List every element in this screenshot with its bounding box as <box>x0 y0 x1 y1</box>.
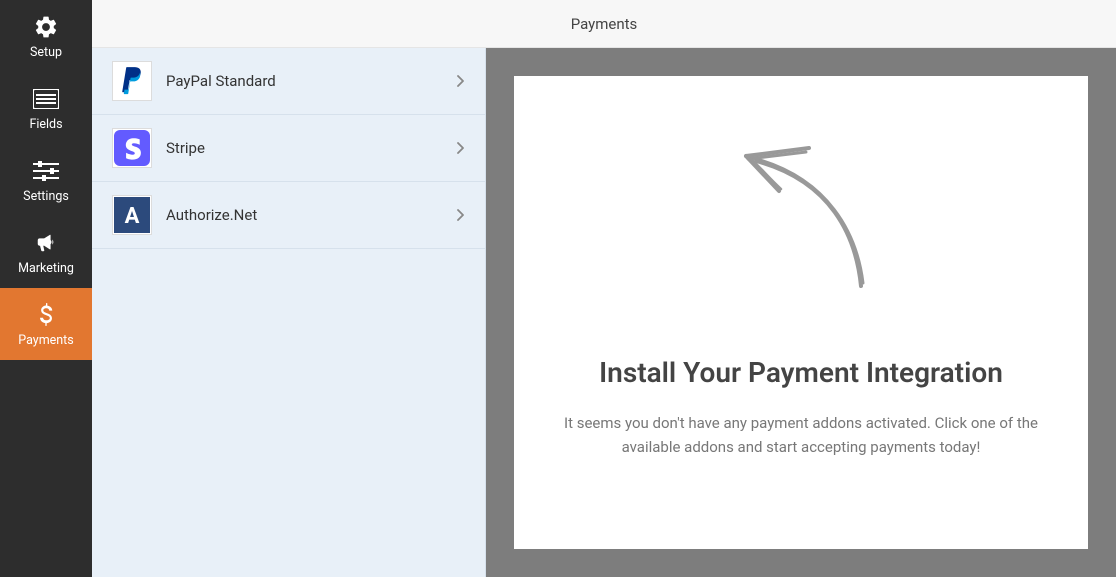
list-icon <box>33 85 59 113</box>
page-title: Payments <box>571 15 638 33</box>
provider-item-stripe[interactable]: Stripe <box>92 115 485 182</box>
sidebar-item-marketing[interactable]: Marketing <box>0 216 92 288</box>
chevron-right-icon <box>457 72 465 91</box>
sliders-icon <box>33 157 59 185</box>
sidebar-item-label: Settings <box>23 189 69 204</box>
dollar-icon <box>37 301 55 329</box>
authorize-logo: A <box>112 195 152 235</box>
provider-name: PayPal Standard <box>166 72 457 90</box>
sidebar-item-label: Fields <box>29 117 62 132</box>
provider-item-authorize[interactable]: A Authorize.Net <box>92 182 485 249</box>
arrow-illustration-icon <box>721 126 881 296</box>
sidebar-item-label: Payments <box>18 333 73 348</box>
provider-name: Authorize.Net <box>166 206 457 224</box>
sidebar: Setup Fields Settings Marketing Payments <box>0 0 92 577</box>
paypal-logo <box>112 61 152 101</box>
sidebar-item-label: Marketing <box>18 261 74 276</box>
preview-panel: Install Your Payment Integration It seem… <box>486 48 1116 577</box>
empty-state-title: Install Your Payment Integration <box>599 356 1003 389</box>
gear-icon <box>33 13 59 41</box>
provider-name: Stripe <box>166 139 457 157</box>
sidebar-item-fields[interactable]: Fields <box>0 72 92 144</box>
content: PayPal Standard Stripe A Authorize.Net <box>92 48 1116 577</box>
chevron-right-icon <box>457 206 465 225</box>
page-header: Payments <box>92 0 1116 48</box>
sidebar-item-setup[interactable]: Setup <box>0 0 92 72</box>
provider-item-paypal[interactable]: PayPal Standard <box>92 48 485 115</box>
bullhorn-icon <box>33 229 59 257</box>
empty-state-card: Install Your Payment Integration It seem… <box>514 76 1088 549</box>
svg-text:A: A <box>125 204 140 229</box>
chevron-right-icon <box>457 139 465 158</box>
providers-panel: PayPal Standard Stripe A Authorize.Net <box>92 48 486 577</box>
sidebar-item-settings[interactable]: Settings <box>0 144 92 216</box>
sidebar-item-payments[interactable]: Payments <box>0 288 92 360</box>
sidebar-item-label: Setup <box>30 45 62 60</box>
stripe-logo <box>112 128 152 168</box>
main: Payments PayPal Standard Stripe <box>92 0 1116 577</box>
empty-state-description: It seems you don't have any payment addo… <box>546 411 1056 459</box>
